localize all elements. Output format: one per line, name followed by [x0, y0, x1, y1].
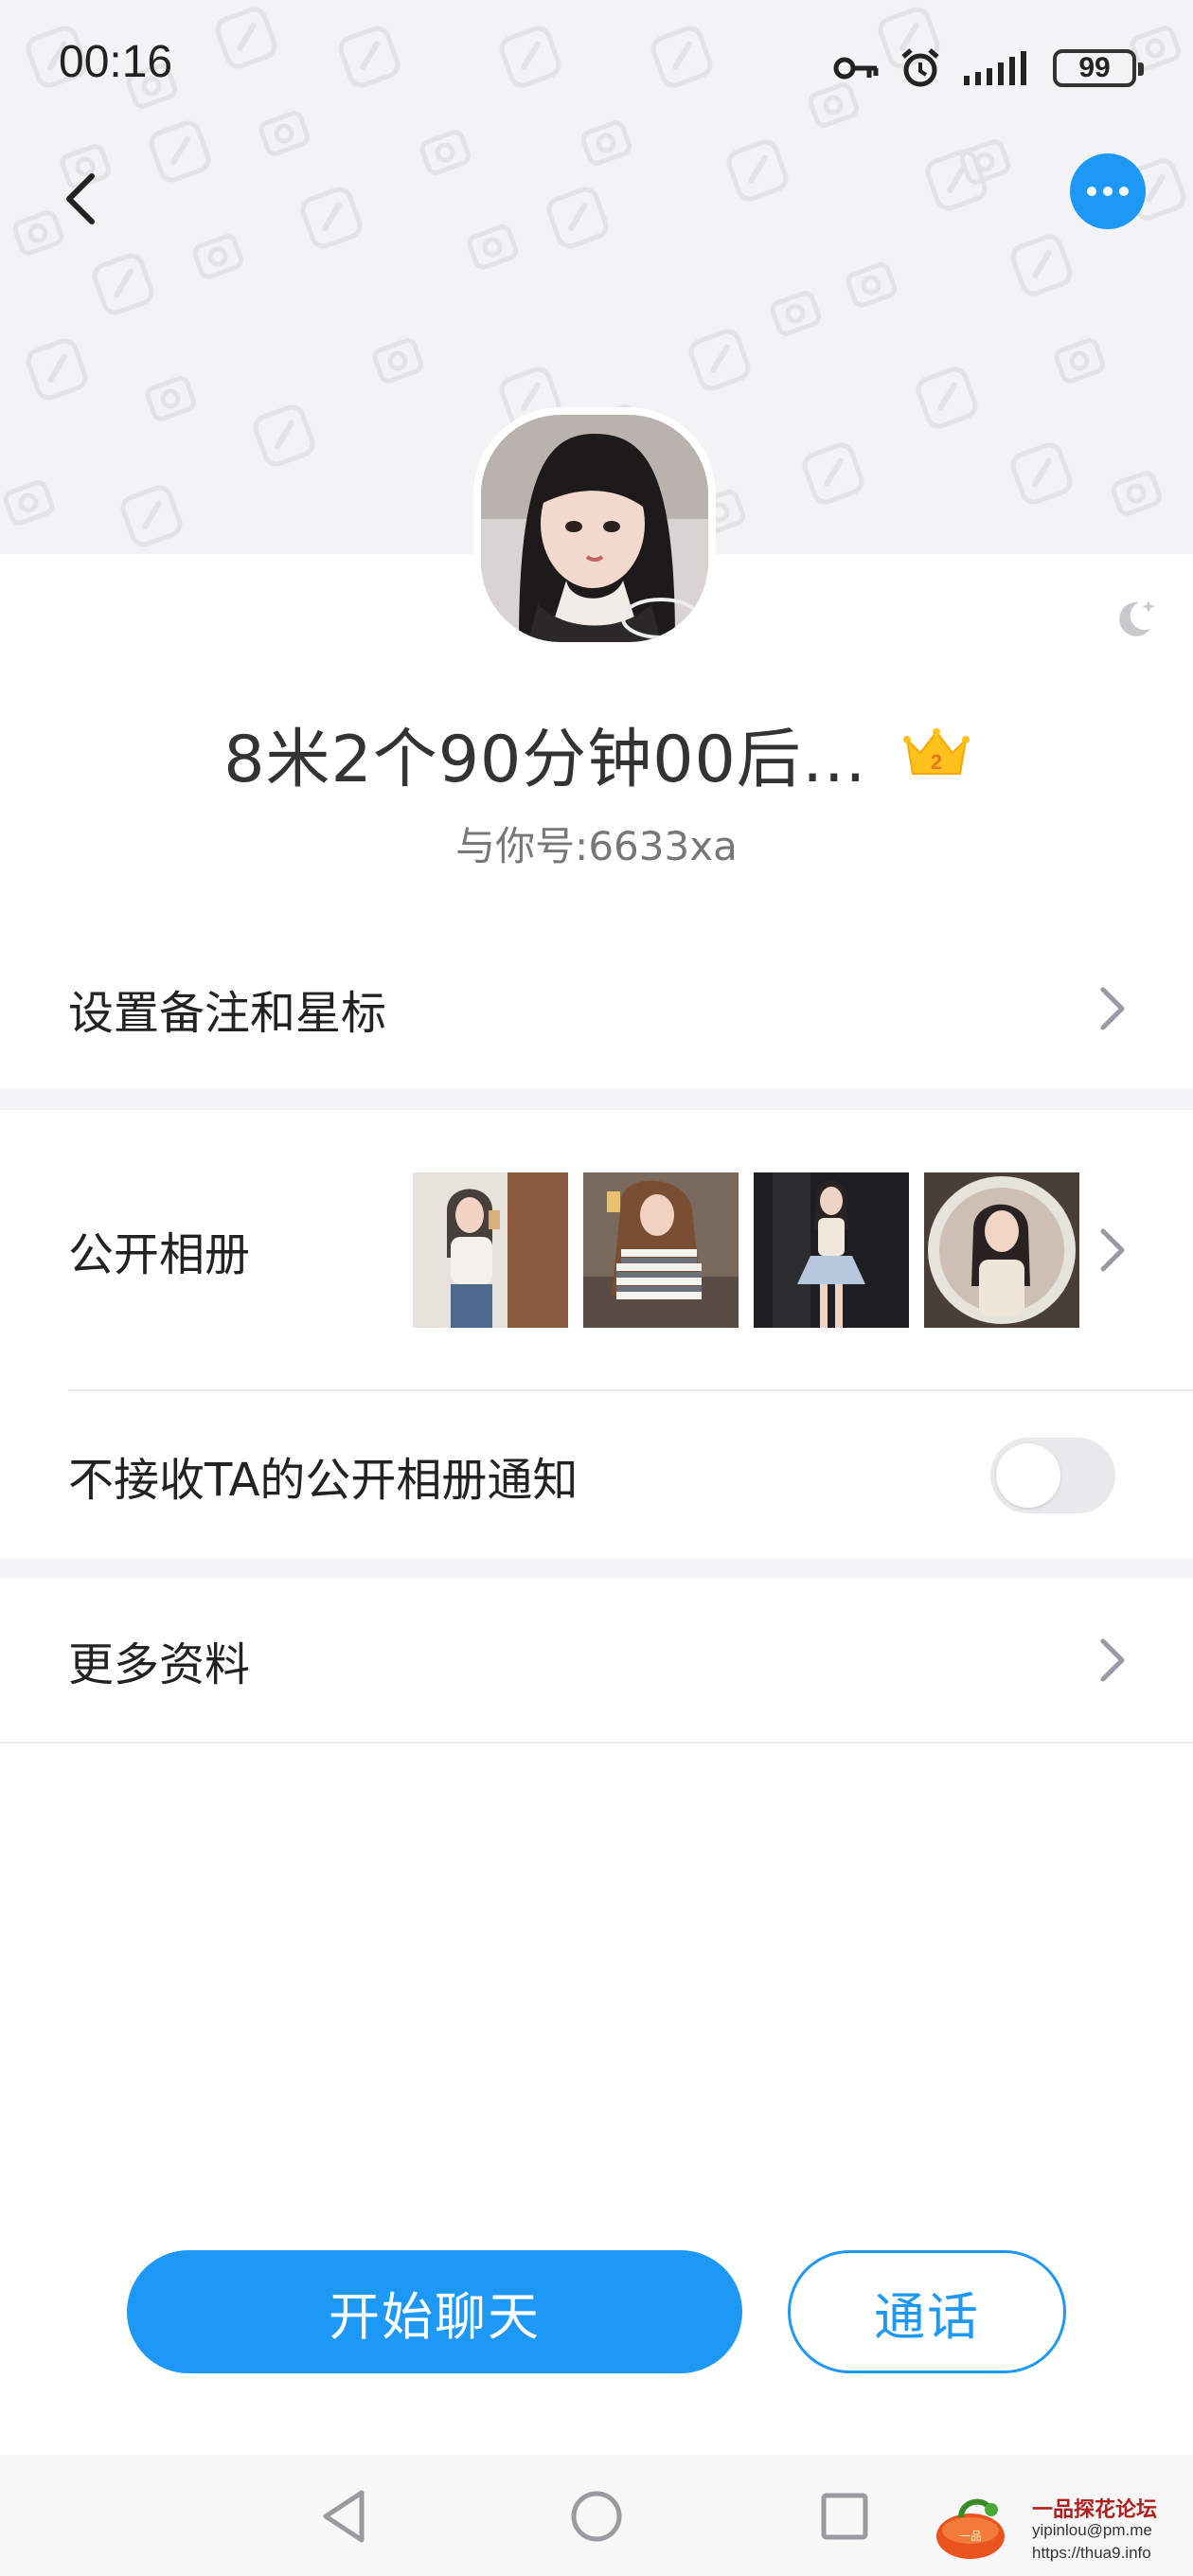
nav-home-icon[interactable]: [563, 2483, 630, 2549]
avatar-image: [481, 415, 708, 642]
album-photo[interactable]: [924, 1172, 1079, 1328]
chevron-right-icon: [1100, 987, 1125, 1030]
album-photo[interactable]: [754, 1172, 909, 1328]
chevron-right-icon: [1100, 1228, 1125, 1272]
name-row: 8米2个90分钟00后… 2: [0, 706, 1193, 800]
set-remark-label: 设置备注和星标: [68, 987, 387, 1040]
watermark-email: yipinlou@pm.me: [1032, 2521, 1152, 2539]
status-bar: 00:16 99: [0, 0, 1193, 133]
album-notify-row: 不接收TA的公开相册通知: [0, 1392, 1193, 1558]
more-info-label: 更多资料: [68, 1638, 251, 1691]
watermark-logo: 一品: [936, 2498, 1005, 2559]
album-notify-label: 不接收TA的公开相册通知: [68, 1453, 579, 1507]
back-arrow-icon: [66, 173, 95, 224]
section-separator: [0, 1558, 1193, 1579]
alarm-icon: [901, 48, 939, 87]
status-icons: 99: [833, 42, 1144, 95]
more-options-button[interactable]: [1070, 153, 1146, 229]
svg-text:一品: 一品: [959, 2530, 982, 2543]
row-divider: [0, 1742, 1193, 1744]
public-album-row[interactable]: 公开相册: [0, 1110, 1193, 1390]
battery-icon: 99: [1053, 49, 1144, 87]
more-dots-icon: [1087, 187, 1096, 196]
account-id: 与你号:6633xa: [455, 823, 738, 869]
watermark-url: https://thua9.info: [1032, 2544, 1151, 2562]
set-remark-row[interactable]: 设置备注和星标: [0, 938, 1193, 1080]
watermark-title: 一品探花论坛: [1032, 2498, 1158, 2522]
watermark: 一品 一品探花论坛 yipinlou@pm.me https://thua9.i…: [933, 2489, 1188, 2568]
nav-back-icon[interactable]: [312, 2483, 379, 2549]
row-divider: [68, 1389, 1193, 1391]
signal-icon: [964, 51, 1026, 85]
back-button[interactable]: [38, 156, 123, 242]
more-info-row[interactable]: 更多资料: [0, 1579, 1193, 1742]
section-separator: [0, 1089, 1193, 1110]
toggle-knob: [996, 1442, 1060, 1508]
avatar[interactable]: [473, 407, 716, 650]
chevron-right-icon: [1100, 1638, 1125, 1682]
night-mode-icon[interactable]: [1113, 597, 1156, 640]
album-photo[interactable]: [583, 1172, 739, 1328]
key-icon: [833, 57, 879, 80]
start-chat-button[interactable]: 开始聊天: [127, 2250, 742, 2373]
album-thumbnails: [413, 1172, 1079, 1328]
status-time: 00:16: [59, 37, 173, 87]
public-album-label: 公开相册: [68, 1228, 251, 1281]
call-button[interactable]: 通话: [788, 2250, 1066, 2373]
nickname: 8米2个90分钟00后…: [223, 722, 867, 797]
nav-recents-icon[interactable]: [811, 2483, 878, 2549]
crown-level: 2: [931, 750, 942, 774]
album-photo[interactable]: [413, 1172, 568, 1328]
crown-badge-icon[interactable]: 2: [902, 726, 970, 779]
album-notify-toggle[interactable]: [990, 1437, 1115, 1513]
